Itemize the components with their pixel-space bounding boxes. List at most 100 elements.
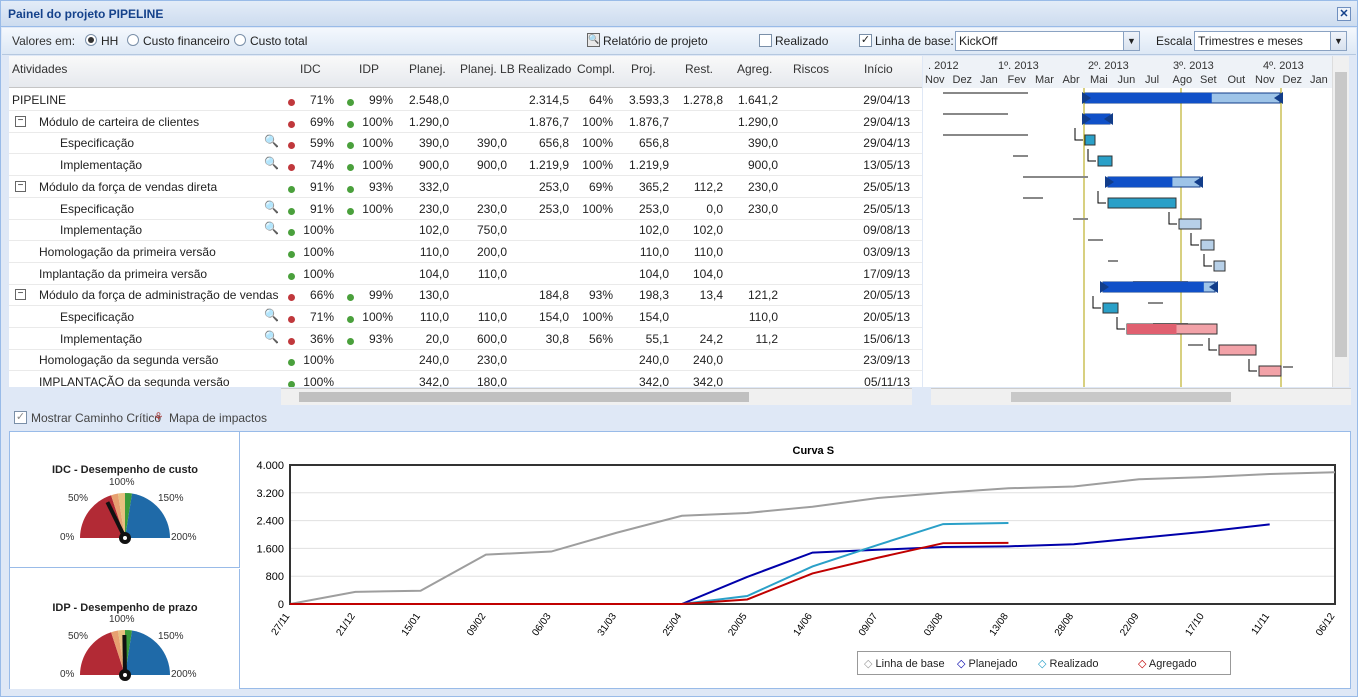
col-inicio[interactable]: Início <box>864 62 893 76</box>
idc-value: 36% <box>309 331 334 346</box>
details-icon[interactable]: 🔍 <box>264 156 279 170</box>
cell-inicio: 09/08/13 <box>863 223 910 238</box>
table-row[interactable]: − Módulo da força de vendas direta 91% 93% 3… <box>9 176 922 198</box>
scale-select[interactable]: Trimestres e meses ▼ <box>1194 31 1347 51</box>
cell-planejlb: 200,0 <box>476 244 507 259</box>
legend-marker-icon: ◇ <box>957 658 966 670</box>
table-row[interactable]: Especificação 🔍 59% 100% 390,0 390,0 656,8 100%… <box>9 132 922 155</box>
col-riscos[interactable]: Riscos <box>793 62 829 76</box>
legend-item[interactable]: ◇ Planejado <box>957 657 1017 670</box>
x-tick-label: 03/08 <box>922 611 946 638</box>
scroll-thumb[interactable] <box>1011 392 1231 402</box>
gantt-task-bar <box>1084 134 1096 146</box>
grid-header: Atividades IDC IDP Planej. Planej. LB Re… <box>9 56 922 88</box>
details-icon[interactable]: 🔍 <box>264 330 279 344</box>
cell-planejlb: 180,0 <box>476 375 507 387</box>
cell-agreg: 1.641,2 <box>737 93 778 107</box>
grid-horizontal-scrollbar[interactable] <box>281 388 912 405</box>
details-icon[interactable]: 🔍 <box>264 221 279 235</box>
cell-agreg: 121,2 <box>747 288 778 303</box>
baseline-checkbox[interactable]: ✓ <box>859 34 872 47</box>
gantt-month-label: Jul <box>1145 74 1159 86</box>
details-icon[interactable]: 🔍 <box>264 308 279 322</box>
collapse-icon[interactable]: − <box>15 115 26 127</box>
radio-custo-financeiro[interactable] <box>127 34 139 46</box>
legend-marker-icon: ◇ <box>1138 658 1147 670</box>
table-row[interactable]: Especificação 🔍 91% 100% 230,0 230,0 253,0 100%… <box>9 198 922 220</box>
scroll-thumb[interactable] <box>1335 72 1347 357</box>
title-bar: Painel do projeto PIPELINE ✕ <box>1 1 1357 27</box>
radio-custo-total[interactable] <box>234 34 246 46</box>
gantt-month-label: Out <box>1228 74 1246 86</box>
col-proj[interactable]: Proj. <box>631 62 656 76</box>
table-row[interactable]: Implementação 🔍 36% 93% 20,0 600,0 30,8 56% 55,1… <box>9 328 922 350</box>
idc-value: 74% <box>309 158 334 173</box>
radio-hh[interactable] <box>85 34 97 46</box>
gantt-vertical-scrollbar[interactable] <box>1332 56 1349 387</box>
gantt-task-bar <box>1200 239 1215 251</box>
realizado-checkbox[interactable] <box>759 34 772 47</box>
col-rest[interactable]: Rest. <box>685 62 713 76</box>
legend-item[interactable]: ◇ Agregado <box>1138 657 1197 670</box>
activity-name: Implementação <box>60 331 143 346</box>
cell-rest: 102,0 <box>692 223 723 238</box>
table-row[interactable]: Implementação 🔍 100% 102,0 750,0 102,0 102,0 09… <box>9 219 922 242</box>
x-tick-label: 21/12 <box>334 611 358 638</box>
radio-custo-financeiro-label[interactable]: Custo financeiro <box>143 34 230 48</box>
gantt-horizontal-scrollbar[interactable] <box>931 388 1351 405</box>
col-idp[interactable]: IDP <box>359 62 379 76</box>
details-icon[interactable]: 🔍 <box>264 200 279 214</box>
x-tick-label: 06/03 <box>530 611 554 638</box>
table-row[interactable]: Homologação da segunda versão 100% 240,0 23… <box>9 349 922 372</box>
table-row[interactable]: IMPLANTAÇÃO da segunda versão 100% 342,0 18… <box>9 371 922 387</box>
table-row[interactable]: PIPELINE 71% 99% 2.548,0 2.314,5 64% 3.593,3 1.… <box>9 89 922 111</box>
table-row[interactable]: Implementação 🔍 74% 100% 900,0 900,0 1.219,9 10… <box>9 154 922 177</box>
close-icon[interactable]: ✕ <box>1337 7 1351 21</box>
gauge-label: 150% <box>158 493 184 504</box>
col-realizado[interactable]: Realizado <box>518 62 571 76</box>
baseline-select[interactable]: KickOff ▼ <box>955 31 1140 51</box>
gauge-idc: IDC - Desempenho de custo 100% 50% 150% … <box>10 432 240 568</box>
table-row[interactable]: − Módulo de carteira de clientes 69% 100% 1.… <box>9 111 922 133</box>
col-atividades[interactable]: Atividades <box>12 62 67 76</box>
radio-custo-total-label[interactable]: Custo total <box>250 34 307 48</box>
x-tick-label: 13/08 <box>988 611 1012 638</box>
col-compl[interactable]: Compl. <box>577 62 615 76</box>
critical-path-label[interactable]: Mostrar Caminho Crítico <box>31 411 161 425</box>
y-tick-label: 3.200 <box>256 488 284 500</box>
report-icon[interactable]: 🔍 <box>587 33 600 47</box>
cell-planej: 130,0 <box>418 288 449 303</box>
gantt-month-label: Ago <box>1173 74 1193 86</box>
idc-value: 91% <box>309 201 334 216</box>
details-icon[interactable]: 🔍 <box>264 134 279 148</box>
col-agreg[interactable]: Agreg. <box>737 62 772 76</box>
chart-title: Curva S <box>793 445 835 457</box>
impact-map-icon[interactable]: ⚘ <box>153 410 164 424</box>
col-planej[interactable]: Planej. <box>409 62 446 76</box>
table-row[interactable]: − Módulo da força de administração de ven… <box>9 284 922 307</box>
gantt-task-bar <box>1213 260 1226 272</box>
values-label: Valores em: <box>12 34 76 48</box>
report-button[interactable]: Relatório de projeto <box>603 34 708 48</box>
chevron-down-icon[interactable]: ▼ <box>1123 32 1139 50</box>
collapse-icon[interactable]: − <box>15 180 26 192</box>
impact-map-link[interactable]: Mapa de impactos <box>169 411 267 425</box>
table-row[interactable]: Implantação da primeira versão 100% 104,0 1… <box>9 263 922 285</box>
x-tick-label: 25/04 <box>661 611 685 638</box>
chevron-down-icon[interactable]: ▼ <box>1330 32 1346 50</box>
col-idc[interactable]: IDC <box>300 62 321 76</box>
table-row[interactable]: Homologação da primeira versão 100% 110,0 2… <box>9 241 922 263</box>
radio-hh-label[interactable]: HH <box>101 34 118 48</box>
collapse-icon[interactable]: − <box>15 289 26 301</box>
cell-inicio: 25/05/13 <box>863 201 910 216</box>
legend-item[interactable]: ◇ Linha de base <box>864 657 945 670</box>
idc-value: 100% <box>303 375 334 387</box>
critical-path-checkbox[interactable]: ✓ <box>14 411 27 424</box>
activity-name: IMPLANTAÇÃO da segunda versão <box>39 375 230 387</box>
x-tick-label: 11/11 <box>1250 611 1273 637</box>
s-curve-chart: Curva S 0 800 1.600 2.400 3.200 4.000 27/11 21/1… <box>242 432 1350 688</box>
legend-item[interactable]: ◇ Realizado <box>1038 657 1098 670</box>
scroll-thumb[interactable] <box>299 392 749 402</box>
table-row[interactable]: Especificação 🔍 71% 100% 110,0 110,0 154,0 100%… <box>9 306 922 328</box>
col-planej-lb[interactable]: Planej. LB <box>460 62 515 76</box>
